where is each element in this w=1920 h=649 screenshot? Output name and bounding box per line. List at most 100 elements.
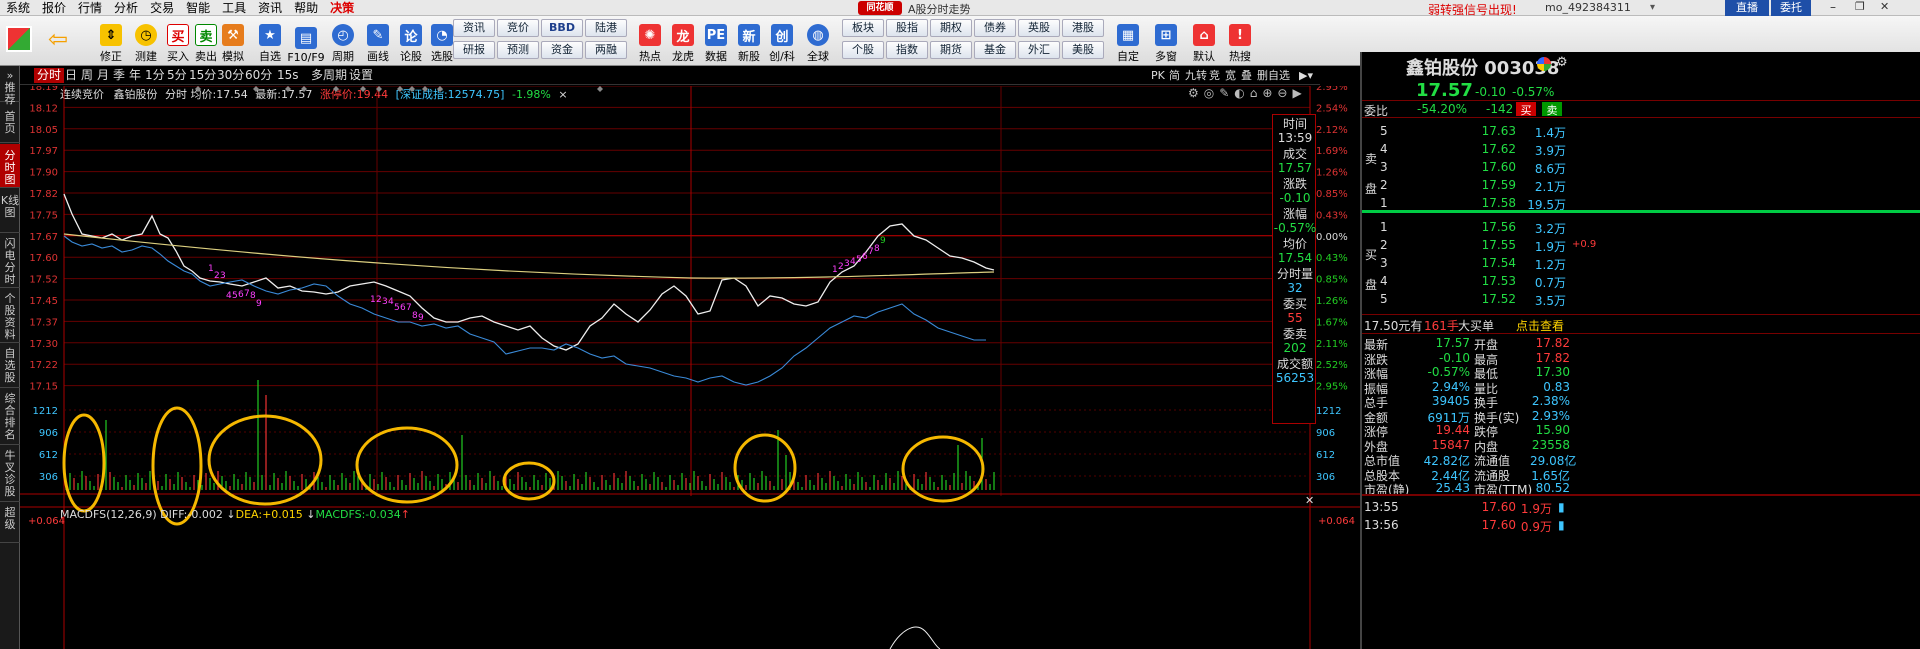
tab-overlay[interactable]: 叠 (1238, 68, 1255, 83)
nav-watchlist[interactable]: 自选股 (0, 344, 20, 388)
menu-system[interactable]: 系统 (0, 0, 36, 16)
nav-flash[interactable]: 闪电分时 (0, 234, 20, 288)
pill-auction[interactable]: 竞价 (497, 19, 539, 37)
period-settings[interactable]: 设置 (346, 68, 376, 83)
pill-uk[interactable]: 英股 (1018, 19, 1060, 37)
toolbar-watchlist[interactable]: ★ 自选 (252, 18, 288, 64)
toolbar-sim[interactable]: ⚒ 模拟 (215, 18, 251, 64)
menu-news[interactable]: 资讯 (252, 0, 288, 16)
tab-simple[interactable]: 简 (1166, 68, 1183, 83)
tab-auction[interactable]: 竞 (1206, 68, 1223, 83)
settings-gear-icon[interactable]: ⚙ (1556, 55, 1568, 70)
toolbar-data[interactable]: PE 数据 (698, 18, 734, 64)
toolbar-default[interactable]: ⌂ 默认 (1186, 18, 1222, 64)
pill-options[interactable]: 期权 (930, 19, 972, 37)
arrow-up-down-icon: ⇕ (100, 24, 122, 46)
macdfs-value: -0.034 (365, 508, 401, 521)
pill-forecast[interactable]: 预测 (497, 41, 539, 59)
pill-hk-connect[interactable]: 陆港 (585, 19, 627, 37)
quick-buy-button[interactable]: 买 (1516, 102, 1536, 117)
divider (1362, 314, 1920, 315)
pill-stock[interactable]: 个股 (842, 41, 884, 59)
toolbar-dragon[interactable]: 龙龙虎 (665, 18, 701, 64)
big-order-link[interactable]: 点击查看 (1516, 317, 1564, 334)
avg-box-label: 均价 (1282, 237, 1307, 251)
price-axis-tick: 17.30 (29, 339, 58, 350)
intraday-chart[interactable]: 18.19 2.95% 18.12 2.54% 18.05 2.12% 17.97 1.69%… (20, 86, 1360, 649)
nav-super[interactable]: 超级 (0, 503, 20, 543)
nav-intraday[interactable]: 分时图 (0, 144, 20, 188)
menu-quote[interactable]: 报价 (36, 0, 72, 16)
down-arrow-icon: ↓ (226, 508, 236, 521)
pill-news[interactable]: 资讯 (453, 19, 495, 37)
nav-profile[interactable]: 个股资料 (0, 289, 20, 343)
menu-market[interactable]: 行情 (72, 0, 108, 16)
toolbar-fix[interactable]: ⇕ 修正 (93, 18, 129, 64)
toolbar-label: 热点 (639, 50, 661, 63)
toolbar-label: 卖出 (195, 50, 217, 63)
menu-smart[interactable]: 智能 (180, 0, 216, 16)
restore-icon[interactable]: ❐ (1855, 0, 1865, 13)
toolbar-f10[interactable]: ▤ F10/F9 (287, 18, 325, 64)
vol-axis-tick: 1212 (1316, 406, 1341, 417)
menu-analysis[interactable]: 分析 (108, 0, 144, 16)
nav-recommend[interactable]: » 推荐 (0, 66, 20, 106)
nine-turn-marker: 1 (370, 295, 376, 305)
app-menu-icon[interactable] (6, 26, 32, 52)
pill-margin[interactable]: 两融 (585, 41, 627, 59)
macd-axis-left: +0.064 (28, 516, 66, 527)
period-15s[interactable]: 15s (274, 68, 302, 83)
pill-research[interactable]: 研报 (453, 41, 495, 59)
live-button[interactable]: 直播 (1725, 0, 1769, 16)
pill-futures[interactable]: 期货 (930, 41, 972, 59)
menu-decision[interactable]: 决策 (324, 0, 360, 16)
tab-remove-watch[interactable]: 删自选 (1254, 68, 1293, 83)
quick-sell-button[interactable]: 卖 (1542, 102, 1562, 117)
tab-pk[interactable]: PK (1148, 68, 1168, 83)
tab-wide[interactable]: 宽 (1222, 68, 1239, 83)
panel-toggle-icon[interactable]: ▶▾ (1296, 68, 1316, 83)
pill-index[interactable]: 指数 (886, 41, 928, 59)
period-60min[interactable]: 60分 (242, 68, 275, 83)
pill-forex[interactable]: 外汇 (1018, 41, 1060, 59)
minimize-icon[interactable]: – (1830, 0, 1836, 14)
back-arrow-icon[interactable]: ⇦ (48, 26, 70, 52)
pill-bonds[interactable]: 债券 (974, 19, 1016, 37)
toolbar-test[interactable]: ◷ 测建 (128, 18, 164, 64)
close-macd-icon[interactable]: ✕ (1305, 494, 1314, 507)
period-multi[interactable]: 多周期 (308, 68, 350, 83)
toolbar-star[interactable]: 创创/科 (764, 18, 800, 64)
pill-capital[interactable]: 资金 (541, 41, 583, 59)
nav-ranking[interactable]: 综合排名 (0, 389, 20, 445)
order-button[interactable]: 委托 (1771, 0, 1811, 16)
pill-index-futures[interactable]: 股指 (886, 19, 928, 37)
user-name[interactable]: mo_492384311 (1545, 1, 1631, 14)
toolbar-draw[interactable]: ✎ 画线 (360, 18, 396, 64)
toolbar-hot[interactable]: ✺ 热点 (632, 18, 668, 64)
menu-tools[interactable]: 工具 (216, 0, 252, 16)
pct-axis-tick: 0.00% (1316, 232, 1348, 243)
dropdown-icon[interactable]: ▾ (1650, 2, 1655, 13)
toolbar-hotsearch[interactable]: ! 热搜 (1222, 18, 1258, 64)
close-icon[interactable]: ✕ (1880, 0, 1889, 13)
toolbar-global[interactable]: ◍ 全球 (800, 18, 836, 64)
pill-sector[interactable]: 板块 (842, 19, 884, 37)
nav-home[interactable]: 首页 (0, 103, 20, 143)
toolbar-period[interactable]: ◴ 周期 (325, 18, 361, 64)
chart-grid (20, 86, 1360, 649)
menu-help[interactable]: 帮助 (288, 0, 324, 16)
period-intraday[interactable]: 分时 (34, 68, 65, 83)
menu-trade[interactable]: 交易 (144, 0, 180, 16)
color-wheel-icon[interactable] (1537, 57, 1551, 71)
toolbar-ipo[interactable]: 新新股 (731, 18, 767, 64)
pill-funds[interactable]: 基金 (974, 41, 1016, 59)
stat-value: 17.82 (1535, 350, 1570, 365)
toolbar-multiwin[interactable]: ⊞ 多窗 (1148, 18, 1184, 64)
pill-bbd[interactable]: BBD (541, 19, 583, 37)
pill-hk[interactable]: 港股 (1062, 19, 1104, 37)
toolbar-custom[interactable]: ▦ 自定 (1110, 18, 1146, 64)
nav-kline[interactable]: K线图 (0, 189, 20, 233)
pill-us[interactable]: 美股 (1062, 41, 1104, 59)
nav-diagnose[interactable]: 牛叉诊股 (0, 446, 20, 502)
ask-volume: 8.6万 (1534, 162, 1566, 176)
